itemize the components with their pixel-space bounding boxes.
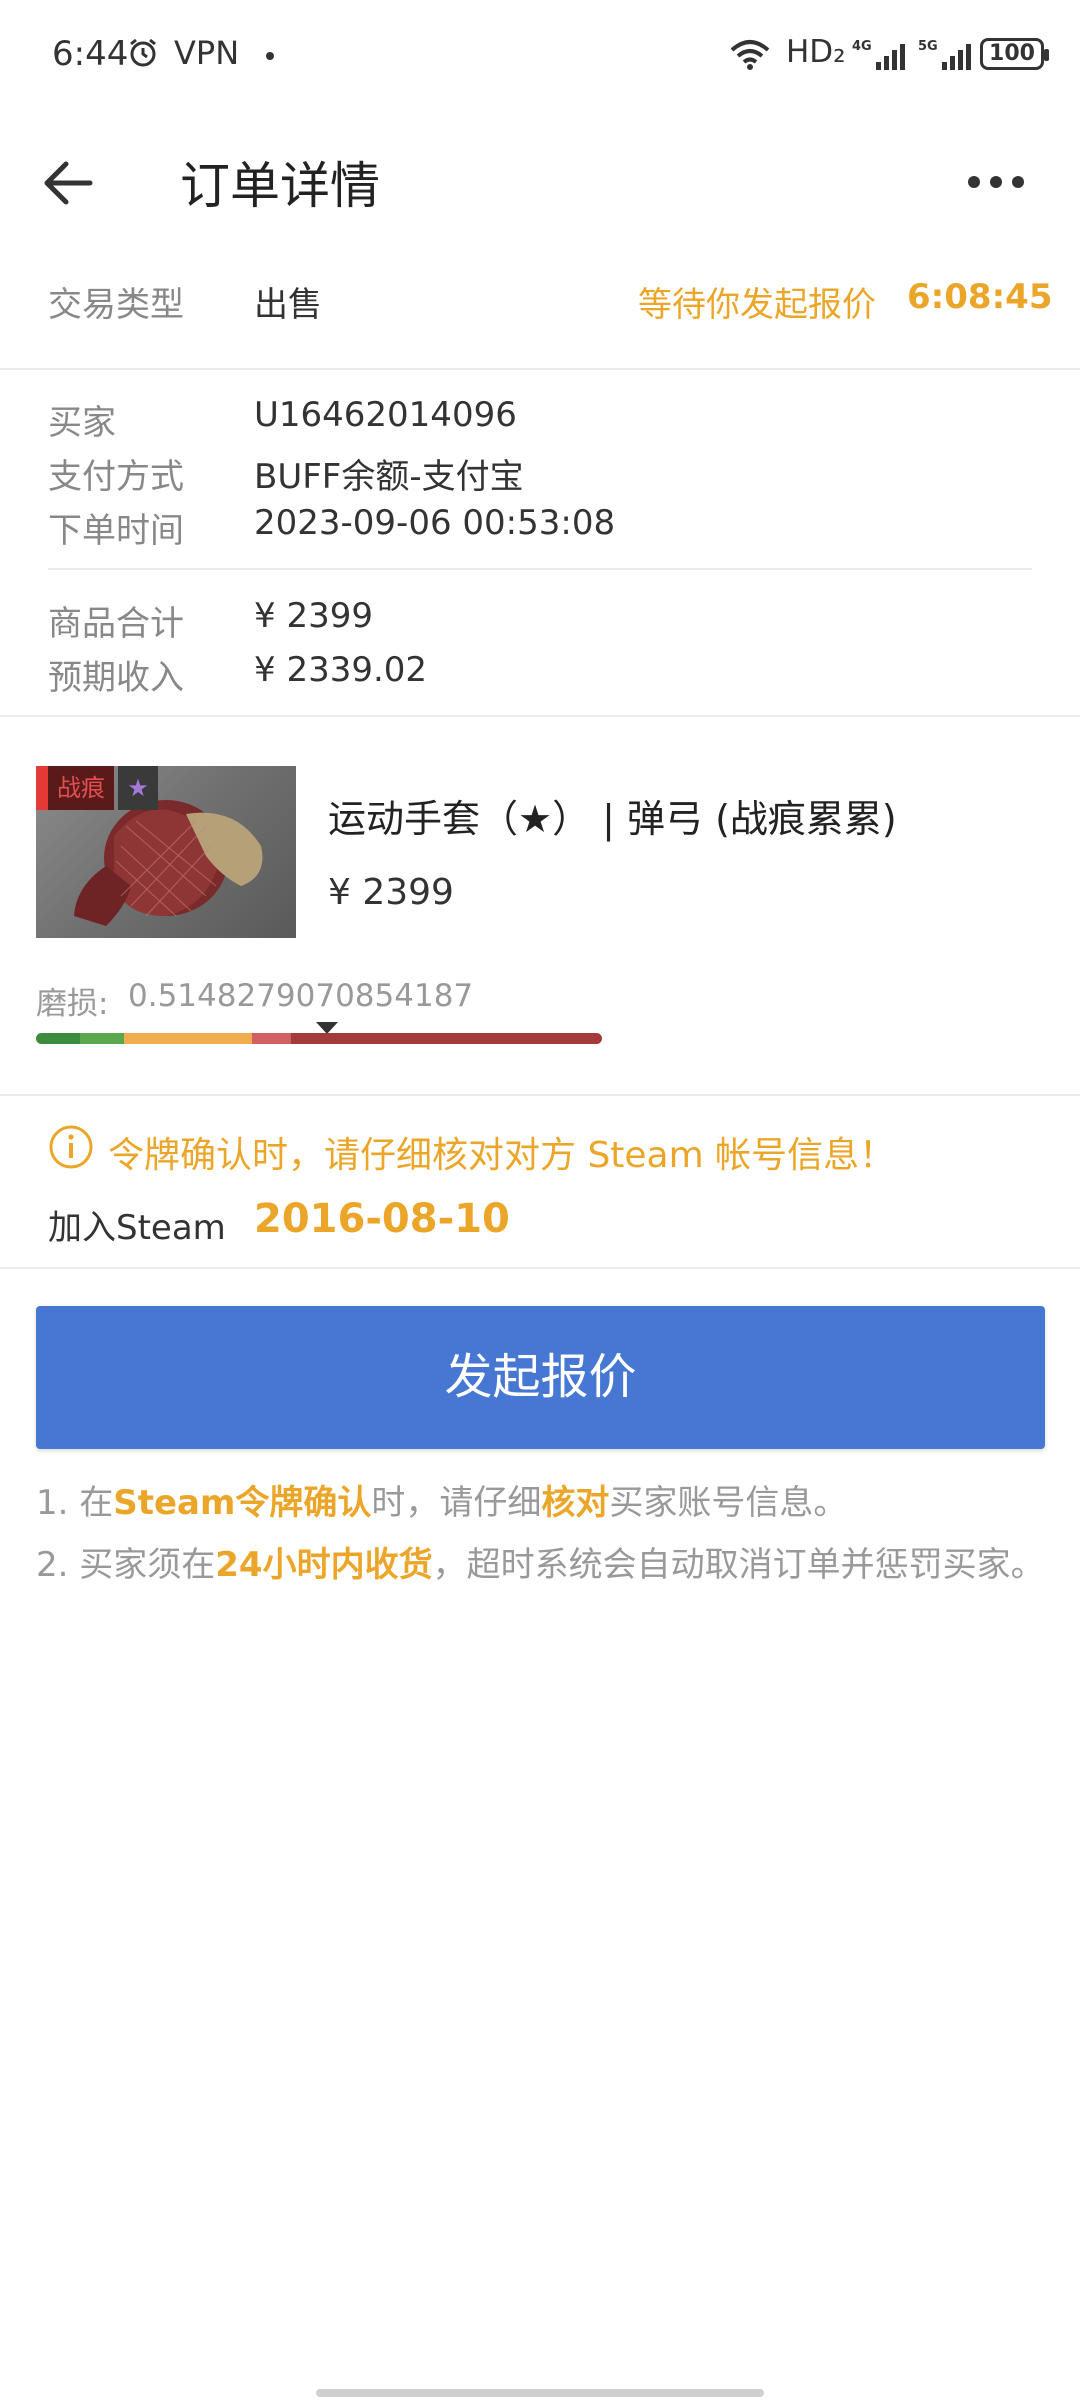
wear-segment-ft xyxy=(124,1033,252,1044)
expected-income-value: ¥ 2339.02 xyxy=(254,650,428,690)
vpn-indicator: VPN xyxy=(174,34,240,72)
back-arrow-icon[interactable] xyxy=(38,152,100,214)
wifi-icon xyxy=(730,40,770,70)
signal-4g-icon: 4G xyxy=(852,39,905,70)
section-divider xyxy=(0,1267,1080,1269)
svg-text:4G: 4G xyxy=(852,39,872,54)
wear-segment-ww xyxy=(251,1033,291,1044)
wear-value: 0.5148279070854187 xyxy=(128,978,474,1014)
note-1-emphasis-verify: 核对 xyxy=(541,1483,610,1523)
note-1-text-end: 买家账号信息。 xyxy=(609,1483,848,1523)
order-time-label: 下单时间 xyxy=(48,511,184,551)
countdown-timer: 6:08:45 xyxy=(907,277,1053,317)
wear-tag-accent xyxy=(36,766,48,810)
wear-label: 磨损: xyxy=(36,986,109,1022)
trade-status-text: 等待你发起报价 xyxy=(638,285,876,325)
trade-type-label: 交易类型 xyxy=(48,285,184,325)
wear-tag: 战痕 xyxy=(48,766,114,810)
status-time: 6:44 xyxy=(52,34,129,74)
battery-icon: 100 xyxy=(980,38,1049,70)
inner-divider xyxy=(48,568,1032,570)
note-2-emphasis: 24小时内收货 xyxy=(215,1545,433,1585)
status-bar: 6:44 VPN HD₂ 4G 5G 100 xyxy=(0,0,1080,110)
signal-5g-icon: 5G xyxy=(918,39,971,70)
wear-segment-fn xyxy=(36,1033,81,1044)
trade-type-value: 出售 xyxy=(254,285,322,325)
buyer-label: 买家 xyxy=(48,403,116,443)
item-name[interactable]: 运动手套（★） | 弹弓 (战痕累累) xyxy=(328,788,897,843)
info-icon xyxy=(49,1125,93,1169)
send-offer-button[interactable]: 发起报价 xyxy=(36,1306,1045,1449)
goods-total-label: 商品合计 xyxy=(48,604,184,644)
star-tag: ★ xyxy=(118,766,158,810)
note-1-emphasis-steam: Steam令牌确认 xyxy=(113,1483,372,1523)
svg-text:5G: 5G xyxy=(918,39,938,54)
item-price: ¥ 2399 xyxy=(328,872,454,913)
page-title: 订单详情 xyxy=(180,157,380,215)
steam-join-date: 2016-08-10 xyxy=(254,1196,510,1242)
note-line-1: 1. 在Steam令牌确认时，请仔细核对买家账号信息。 xyxy=(36,1472,1046,1534)
note-2-text: 2. 买家须在 xyxy=(36,1545,216,1585)
section-divider xyxy=(0,1094,1080,1096)
hd-indicator: HD₂ xyxy=(786,34,846,70)
alarm-icon xyxy=(130,38,156,67)
goods-total-value: ¥ 2399 xyxy=(254,596,373,636)
note-1-text-mid: 时，请仔细 xyxy=(371,1483,542,1523)
note-1-text: 1. 在 xyxy=(36,1483,114,1523)
wear-segment-bs xyxy=(290,1033,602,1044)
expected-income-label: 预期收入 xyxy=(48,658,184,698)
section-divider xyxy=(0,368,1080,370)
payment-method-value: BUFF余额-支付宝 xyxy=(254,457,524,497)
wear-scale-bar xyxy=(36,1033,602,1044)
notification-dot xyxy=(266,52,274,60)
payment-method-label: 支付方式 xyxy=(48,457,184,497)
steam-join-label: 加入Steam xyxy=(48,1208,226,1248)
section-divider xyxy=(0,715,1080,717)
buyer-id: U16462014096 xyxy=(254,395,517,435)
steam-verify-warning: 令牌确认时，请仔细核对对方 Steam 帐号信息！ xyxy=(108,1135,896,1176)
note-line-2: 2. 买家须在24小时内收货，超时系统会自动取消订单并惩罚买家。 xyxy=(36,1534,1046,1596)
more-options-icon[interactable] xyxy=(966,166,1026,196)
order-time-value: 2023-09-06 00:53:08 xyxy=(254,503,616,543)
note-2-text-end: ，超时系统会自动取消订单并惩罚买家。 xyxy=(432,1545,1045,1585)
wear-segment-mw xyxy=(80,1033,125,1044)
home-indicator[interactable] xyxy=(316,2389,764,2397)
